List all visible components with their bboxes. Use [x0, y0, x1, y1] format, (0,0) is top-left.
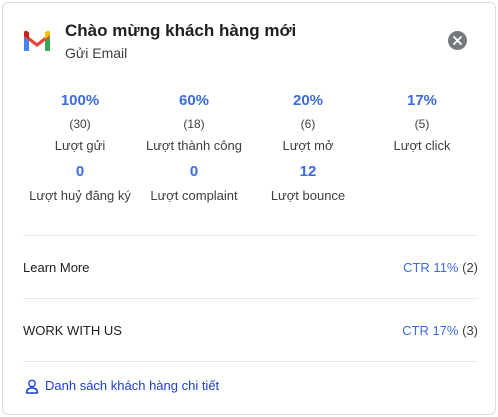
campaign-card: Chào mừng khách hàng mới Gửi Email 100% … [2, 2, 496, 415]
stat-percent: 17% [406, 92, 438, 109]
stat-value: 12 [299, 163, 317, 180]
divider [23, 235, 478, 236]
link-row[interactable]: Learn More CTR 11% (2) [23, 260, 478, 280]
link-name: WORK WITH US [23, 323, 122, 338]
stat-label: Lượt complaint [150, 188, 238, 203]
stat-complaint: 0 Lượt complaint [137, 162, 251, 204]
stat-percent: 60% [178, 92, 210, 109]
stat-count: (18) [183, 117, 205, 131]
stat-label: Lượt click [393, 138, 451, 153]
stat-percent: 20% [292, 92, 324, 109]
stat-label: Lượt bounce [270, 188, 346, 203]
stat-success: 60% (18) Lượt thành công [137, 91, 251, 154]
page-subtitle: Gửi Email [65, 45, 128, 61]
divider [23, 298, 478, 299]
close-icon [453, 36, 462, 45]
stat-unsubscribed: 0 Lượt huỷ đăng ký [23, 162, 137, 204]
card-header: Chào mừng khách hàng mới Gửi Email [22, 21, 476, 65]
link-ctr: CTR 17% (3) [402, 323, 478, 338]
ctr-count: (2) [462, 260, 478, 275]
stat-label: Lượt thành công [145, 138, 242, 153]
person-icon [25, 379, 39, 394]
stat-label: Lượt huỷ đăng ký [29, 188, 131, 203]
stat-label: Lượt mở [282, 138, 334, 153]
ctr-value: CTR 11% [403, 260, 459, 275]
link-name: Learn More [23, 260, 90, 275]
stat-value: 0 [189, 163, 199, 180]
stat-percent: 100% [60, 92, 100, 109]
stat-count: (30) [69, 117, 91, 131]
stat-sent: 100% (30) Lượt gửi [23, 91, 137, 154]
ctr-value: CTR 17% [402, 323, 459, 338]
close-button[interactable] [448, 31, 467, 50]
stat-count: (6) [300, 117, 316, 131]
stat-label: Lượt gửi [54, 138, 106, 153]
customer-list-label: Danh sách khách hàng chi tiết [45, 378, 220, 393]
stat-bounce: 12 Lượt bounce [251, 162, 365, 204]
gmail-icon [24, 30, 50, 51]
link-ctr: CTR 11% (2) [403, 260, 478, 275]
link-row[interactable]: WORK WITH US CTR 17% (3) [23, 323, 478, 343]
ctr-count: (3) [462, 323, 478, 338]
stat-opened: 20% (6) Lượt mở [251, 91, 365, 154]
stat-count: (5) [414, 117, 430, 131]
page-title: Chào mừng khách hàng mới [65, 21, 297, 40]
stat-value: 0 [75, 163, 85, 180]
stat-clicked: 17% (5) Lượt click [365, 91, 479, 154]
divider [23, 361, 478, 362]
